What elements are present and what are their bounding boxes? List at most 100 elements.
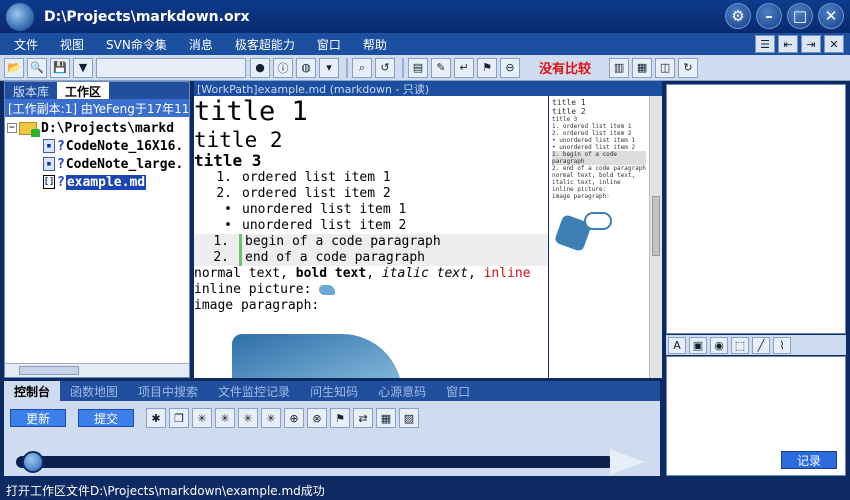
update-button[interactable]: 更新 <box>10 409 66 427</box>
image-icon[interactable]: ▣ <box>689 336 707 354</box>
network-icon[interactable]: ✳ <box>215 408 235 428</box>
list-item: • unordered list item 2 <box>194 218 548 234</box>
tree-root[interactable]: − D:\Projects\markd <box>7 119 187 137</box>
open-folder-icon[interactable]: 📂 <box>4 57 24 78</box>
inline-picture-label: inline picture: <box>194 282 312 297</box>
unversioned-icon: ? <box>57 174 65 190</box>
status-bar: 打开工作区文件D:\Projects\markdown\example.md成功 <box>0 480 850 500</box>
font-icon[interactable]: A <box>668 336 686 354</box>
layout-list-icon[interactable]: ☰ <box>755 35 775 53</box>
preview-line: inline picture: <box>552 186 607 193</box>
close-button[interactable]: ✕ <box>818 3 844 29</box>
timeline-track[interactable] <box>16 456 614 468</box>
toolbar-field[interactable] <box>96 57 246 78</box>
pen-icon[interactable]: ╱ <box>752 336 770 354</box>
pin-icon[interactable]: ⚑ <box>477 57 497 78</box>
compare-split-icon[interactable]: ◫ <box>655 57 676 78</box>
edit-icon[interactable]: ✎ <box>431 57 451 78</box>
refresh-icon[interactable]: ↻ <box>678 57 699 78</box>
search-minus-icon[interactable]: ⊗ <box>307 408 327 428</box>
tab-project-search[interactable]: 项目中搜索 <box>128 381 208 401</box>
right-toolbar: A ▣ ◉ ⬚ ╱ ⌇ <box>666 335 846 355</box>
preview-line: title 1 <box>552 98 586 107</box>
commit-button[interactable]: 提交 <box>78 409 134 427</box>
layout-buttons: ☰ ⇤ ⇥ ✕ <box>755 35 844 53</box>
menu-file[interactable]: 文件 <box>14 36 38 53</box>
menu-svn[interactable]: SVN命令集 <box>106 36 167 53</box>
menu-help[interactable]: 帮助 <box>363 36 387 53</box>
network-icon[interactable]: ✳ <box>261 408 281 428</box>
layout-close-icon[interactable]: ✕ <box>824 35 844 53</box>
filter-icon[interactable]: ▼ <box>73 57 93 78</box>
tree-file[interactable]: ▪ ? CodeNote_16X16. <box>7 137 187 155</box>
svn-icon[interactable]: ● <box>250 57 270 78</box>
copy-icon[interactable]: ❐ <box>169 408 189 428</box>
unversioned-icon: ? <box>57 138 65 154</box>
camera-icon[interactable]: ◉ <box>710 336 728 354</box>
menu-geek[interactable]: 极客超能力 <box>235 36 295 53</box>
record-button[interactable]: 记录 <box>781 451 837 469</box>
wrap-icon[interactable]: ↵ <box>454 57 474 78</box>
network-icon[interactable]: ✳ <box>238 408 258 428</box>
tree-file-selected[interactable]: [] ? example.md <box>7 173 187 191</box>
layout-forward-icon[interactable]: ⇥ <box>801 35 821 53</box>
list-item: • unordered list item 1 <box>194 202 548 218</box>
minimize-button[interactable]: – <box>756 3 782 29</box>
zoom-icon[interactable]: ⊖ <box>500 57 520 78</box>
picture-icon[interactable]: ▨ <box>399 408 419 428</box>
heading-2: title 2 <box>194 128 283 152</box>
italic-text: italic text <box>381 266 468 281</box>
layout-back-icon[interactable]: ⇤ <box>778 35 798 53</box>
print-icon[interactable]: ▤ <box>408 57 428 78</box>
search-plus-icon[interactable]: ⊕ <box>284 408 304 428</box>
globe-icon[interactable]: ◍ <box>296 57 316 78</box>
code-line: 1. begin of a code paragraph <box>194 234 548 250</box>
toolbar: 📂 🔍 💾 ▼ ● ⓘ ◍ ▾ ⌕ ↺ ▤ ✎ ↵ ⚑ ⊖ 没有比较 ▥ ▦ ◫… <box>0 55 850 81</box>
tab-ask-code[interactable]: 问生知码 <box>300 381 368 401</box>
minimap-preview[interactable]: title 1 title 2 title 3 1. ordered list … <box>549 96 649 378</box>
menu-view[interactable]: 视图 <box>60 36 84 53</box>
toolbar-separator <box>402 57 404 78</box>
flag-icon[interactable]: ⚑ <box>330 408 350 428</box>
left-horizontal-scrollbar[interactable] <box>5 363 189 377</box>
tab-window[interactable]: 窗口 <box>436 381 480 401</box>
scroll-thumb[interactable] <box>652 196 660 256</box>
dropdown-icon[interactable]: ▾ <box>319 57 339 78</box>
maximize-button[interactable]: □ <box>787 3 813 29</box>
list-text: ordered list item 2 <box>242 186 391 201</box>
snowflake-icon[interactable]: ✱ <box>146 408 166 428</box>
menu-window[interactable]: 窗口 <box>317 36 341 53</box>
sync-icon[interactable]: ⇄ <box>353 408 373 428</box>
tab-heart-code[interactable]: 心源意码 <box>368 381 436 401</box>
note-input-panel[interactable]: 记录 <box>666 356 846 476</box>
compare-right-icon[interactable]: ▦ <box>632 57 653 78</box>
left-tabs: 版本库 工作区 <box>5 82 189 99</box>
tab-workspace[interactable]: 工作区 <box>57 82 110 99</box>
search-icon[interactable]: 🔍 <box>27 57 47 78</box>
network-icon[interactable]: ✳ <box>192 408 212 428</box>
scroll-thumb[interactable] <box>19 366 79 375</box>
save-icon[interactable]: 💾 <box>50 57 70 78</box>
tab-function-map[interactable]: 函数地图 <box>60 381 128 401</box>
timeline-slider-handle[interactable] <box>22 451 44 473</box>
replace-icon[interactable]: ↺ <box>375 57 395 78</box>
compare-left-icon[interactable]: ▥ <box>609 57 630 78</box>
editor-vertical-scrollbar[interactable] <box>649 96 662 378</box>
image-file-icon: ▪ <box>43 157 55 171</box>
attach-icon[interactable]: ⌇ <box>773 336 791 354</box>
tab-file-monitor[interactable]: 文件监控记录 <box>208 381 300 401</box>
collapse-icon[interactable]: − <box>7 123 17 133</box>
tree-file[interactable]: ▪ ? CodeNote_large. <box>7 155 187 173</box>
tab-repository[interactable]: 版本库 <box>5 82 57 99</box>
calendar-icon[interactable]: ▦ <box>376 408 396 428</box>
preview-line: title 3 <box>552 116 578 123</box>
settings-gear-icon[interactable]: ⚙ <box>725 3 751 29</box>
screenshot-icon[interactable]: ⬚ <box>731 336 749 354</box>
preview-line: 1. begin of a code paragraph <box>552 151 646 165</box>
info-icon[interactable]: ⓘ <box>273 57 293 78</box>
find-icon[interactable]: ⌕ <box>352 57 372 78</box>
tab-console[interactable]: 控制台 <box>4 381 61 401</box>
menu-message[interactable]: 消息 <box>189 36 213 53</box>
markdown-editor[interactable]: title 1 title 2 title 3 1. ordered list i… <box>194 96 548 378</box>
window-controls: ⚙ – □ ✕ <box>725 3 844 29</box>
